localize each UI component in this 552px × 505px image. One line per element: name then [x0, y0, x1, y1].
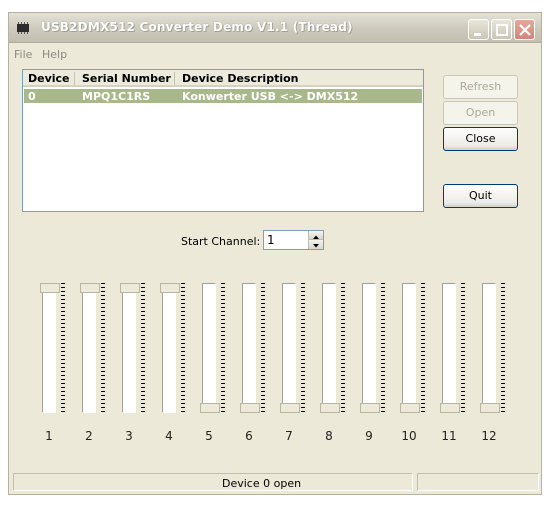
menu-help[interactable]: Help [42, 48, 67, 61]
fader-number: 8 [325, 429, 333, 443]
device-serial: MPQ1C1RS [82, 90, 151, 103]
fader-number: 1 [45, 429, 53, 443]
fader-thumb[interactable] [160, 283, 180, 293]
column-divider [174, 72, 175, 85]
fader-number: 9 [365, 429, 373, 443]
fader-4[interactable] [159, 278, 189, 418]
fader-6[interactable] [239, 278, 269, 418]
fader-number: 12 [481, 429, 497, 443]
fader-number: 2 [85, 429, 93, 443]
fader-ticks [261, 283, 265, 413]
fader-ticks [501, 283, 505, 413]
fader-ticks [341, 283, 345, 413]
start-channel-spinner[interactable]: 1 [263, 230, 324, 250]
status-text: Device 0 open [222, 477, 302, 490]
window-title: USB2DMX512 Converter Demo V1.1 (Thread) [41, 20, 353, 34]
fader-track [122, 283, 136, 413]
fader-11[interactable] [439, 278, 469, 418]
open-button[interactable]: Open [443, 101, 518, 125]
quit-button[interactable]: Quit [443, 184, 518, 208]
fader-track [282, 283, 296, 413]
fader-12[interactable] [479, 278, 509, 418]
fader-number: 10 [401, 429, 417, 443]
column-device[interactable]: Device [28, 72, 70, 85]
fader-ticks [301, 283, 305, 413]
fader-7[interactable] [279, 278, 309, 418]
fader-number: 7 [285, 429, 293, 443]
start-channel-label: Start Channel: [181, 235, 261, 248]
fader-thumb[interactable] [400, 403, 420, 413]
menu-file[interactable]: File [14, 48, 32, 61]
fader-track [162, 283, 176, 413]
minimize-button[interactable] [468, 19, 489, 40]
fader-number: 6 [245, 429, 253, 443]
fader-ticks [221, 283, 225, 413]
fader-track [202, 283, 216, 413]
fader-track [322, 283, 336, 413]
chip-icon [15, 22, 31, 34]
close-icon [519, 24, 531, 36]
minimize-icon [474, 33, 481, 36]
refresh-button[interactable]: Refresh [443, 75, 518, 99]
fader-track [242, 283, 256, 413]
spin-up-button[interactable] [308, 231, 323, 240]
fader-thumb[interactable] [240, 403, 260, 413]
fader-track [442, 283, 456, 413]
fader-number: 4 [165, 429, 173, 443]
status-pane-secondary [417, 473, 539, 491]
fader-thumb[interactable] [440, 403, 460, 413]
maximize-button[interactable] [491, 19, 512, 40]
device-description: Konwerter USB <-> DMX512 [182, 90, 359, 103]
fader-number: 11 [441, 429, 457, 443]
fader-track [482, 283, 496, 413]
fader-track [82, 283, 96, 413]
fader-track [402, 283, 416, 413]
fader-5[interactable] [199, 278, 229, 418]
fader-8[interactable] [319, 278, 349, 418]
column-device-description[interactable]: Device Description [182, 72, 299, 85]
spin-down-button[interactable] [308, 240, 323, 249]
maximize-icon [496, 24, 508, 36]
fader-track [362, 283, 376, 413]
fader-thumb[interactable] [360, 403, 380, 413]
status-pane-main: Device 0 open [13, 473, 413, 491]
fader-ticks [61, 283, 65, 413]
fader-thumb[interactable] [480, 403, 500, 413]
close-window-button[interactable] [514, 19, 535, 40]
arrow-down-icon [313, 244, 319, 248]
device-list[interactable]: Device Serial Number Device Description … [22, 69, 424, 212]
fader-ticks [381, 283, 385, 413]
app-window: USB2DMX512 Converter Demo V1.1 (Thread) … [8, 12, 542, 495]
fader-1[interactable] [39, 278, 69, 418]
fader-9[interactable] [359, 278, 389, 418]
device-list-header: Device Serial Number Device Description [23, 70, 423, 87]
fader-ticks [101, 283, 105, 413]
fader-10[interactable] [399, 278, 429, 418]
start-channel-value[interactable]: 1 [267, 233, 275, 247]
fader-number: 3 [125, 429, 133, 443]
fader-thumb[interactable] [80, 283, 100, 293]
title-bar[interactable]: USB2DMX512 Converter Demo V1.1 (Thread) [9, 13, 541, 43]
fader-thumb[interactable] [320, 403, 340, 413]
column-serial-number[interactable]: Serial Number [82, 72, 171, 85]
device-id: 0 [28, 90, 36, 103]
close-button[interactable]: Close [443, 127, 518, 151]
fader-ticks [421, 283, 425, 413]
fader-2[interactable] [79, 278, 109, 418]
fader-thumb[interactable] [120, 283, 140, 293]
status-bar: Device 0 open [13, 473, 539, 492]
device-row[interactable]: 0 MPQ1C1RS Konwerter USB <-> DMX512 [24, 89, 422, 103]
fader-number: 5 [205, 429, 213, 443]
fader-thumb[interactable] [40, 283, 60, 293]
fader-thumb[interactable] [200, 403, 220, 413]
fader-thumb[interactable] [280, 403, 300, 413]
fader-ticks [461, 283, 465, 413]
fader-3[interactable] [119, 278, 149, 418]
menu-bar: File Help [9, 44, 541, 64]
fader-ticks [181, 283, 185, 413]
fader-ticks [141, 283, 145, 413]
column-divider [74, 72, 75, 85]
fader-track [42, 283, 56, 413]
